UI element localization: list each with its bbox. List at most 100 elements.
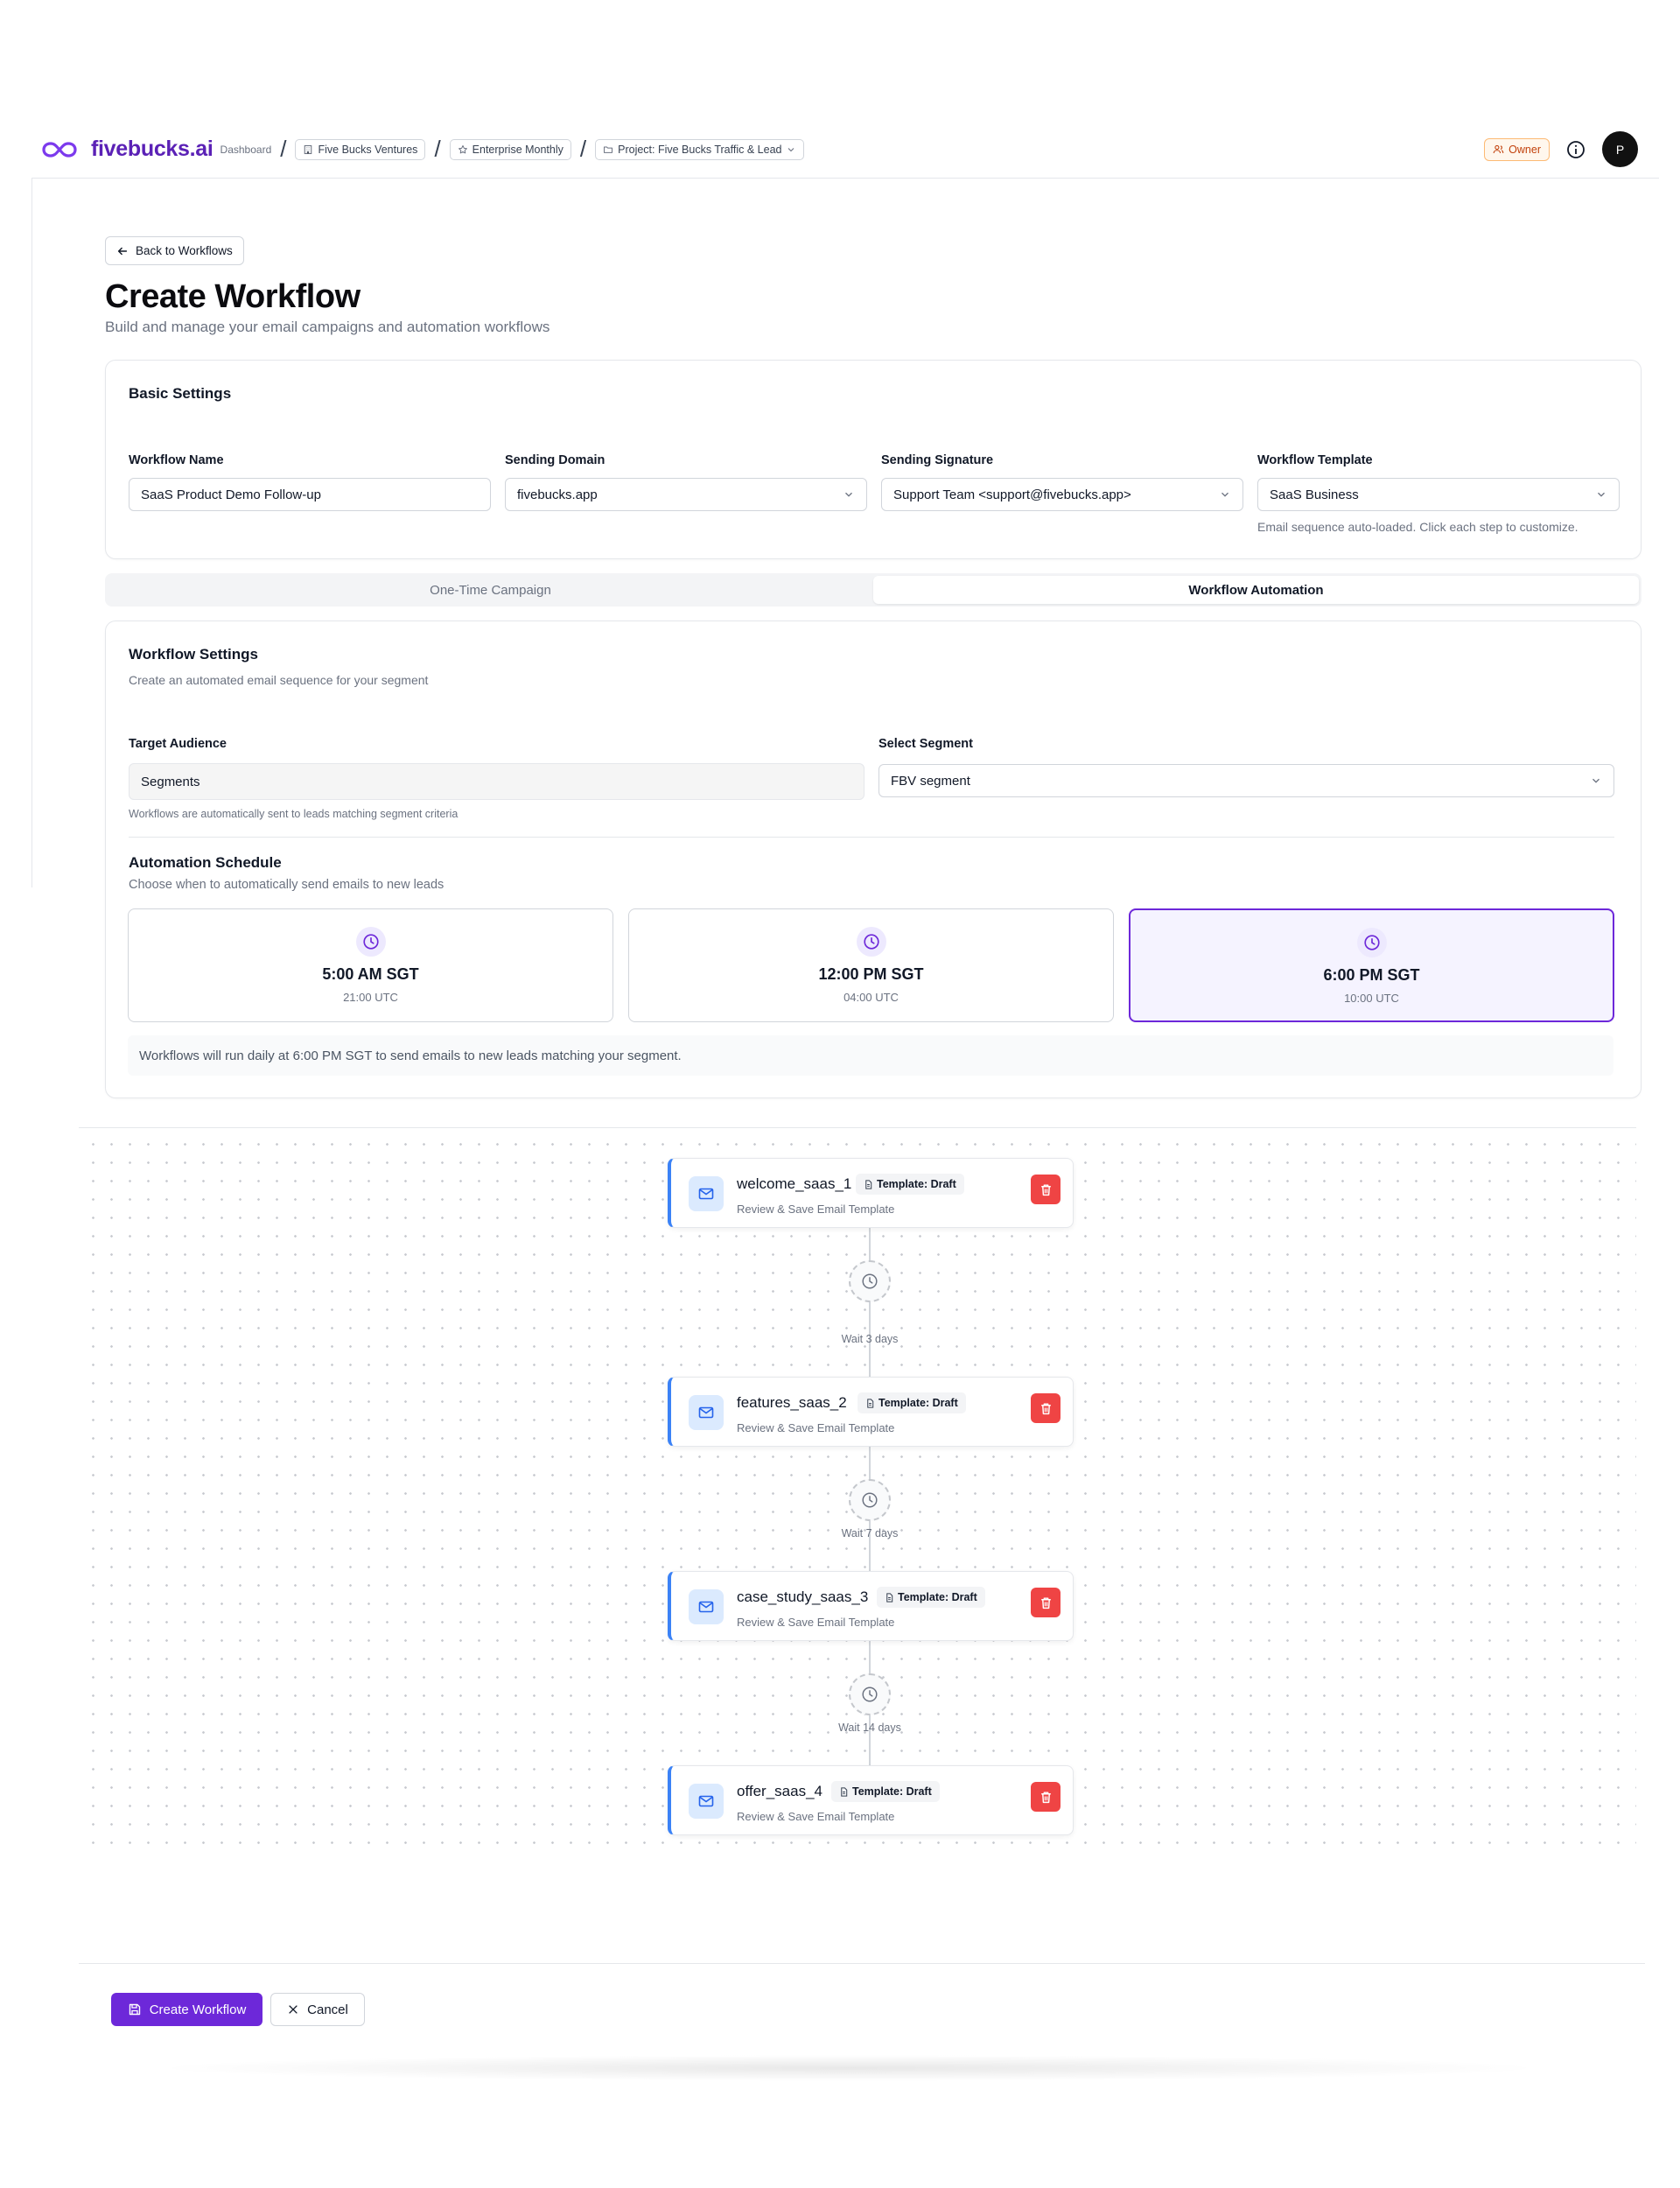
sending-domain-label: Sending Domain — [505, 453, 606, 467]
file-icon — [865, 1179, 872, 1189]
file-icon — [841, 1786, 848, 1797]
chevron-down-icon — [1592, 778, 1600, 783]
basic-settings-card: Basic Settings Workflow Name SaaS Produc… — [105, 360, 1642, 559]
step-subtitle: Review & Save Email Template — [737, 1810, 895, 1823]
select-segment-dropdown[interactable]: FBV segment — [878, 764, 1614, 797]
schedule-time: 6:00 PM SGT — [1323, 966, 1420, 984]
wait-node[interactable] — [849, 1260, 891, 1302]
basic-settings-title: Basic Settings — [129, 385, 232, 402]
workflow-step-3[interactable]: case_study_saas_3 Template: Draft Review… — [668, 1571, 1074, 1641]
trash-icon — [1040, 1402, 1051, 1414]
top-navigation-bar: fivebucks.ai Dashboard / Five Bucks Vent… — [32, 121, 1659, 179]
schedule-option-6pm[interactable]: 6:00 PM SGT 10:00 UTC — [1129, 908, 1614, 1022]
chevron-down-icon — [1598, 492, 1605, 497]
page-title: Create Workflow — [105, 278, 360, 315]
template-status-badge: Template: Draft — [856, 1174, 964, 1195]
chevron-down-icon — [788, 147, 794, 151]
schedule-utc: 10:00 UTC — [1344, 992, 1399, 1005]
select-segment-label: Select Segment — [878, 737, 973, 751]
wait-node[interactable] — [849, 1479, 891, 1521]
header-tools: Owner P — [1484, 131, 1638, 167]
target-audience-hint: Workflows are automatically sent to lead… — [129, 808, 458, 820]
tab-workflow-automation[interactable]: Workflow Automation — [873, 576, 1639, 604]
breadcrumb-plan[interactable]: Enterprise Monthly — [449, 138, 571, 160]
step-name: case_study_saas_3 — [737, 1588, 869, 1605]
delete-step-button[interactable] — [1031, 1588, 1060, 1617]
clock-icon — [362, 934, 379, 950]
back-button-label: Back to Workflows — [136, 244, 233, 257]
clock-icon — [862, 1687, 878, 1702]
template-status-label: Template: Draft — [898, 1591, 977, 1603]
clock-icon — [862, 1492, 878, 1508]
template-status-label: Template: Draft — [878, 1397, 958, 1409]
campaign-type-tabs: One-Time Campaign Workflow Automation — [105, 573, 1642, 607]
trash-icon — [1040, 1596, 1051, 1609]
folder-icon — [604, 146, 613, 153]
workflow-step-1[interactable]: welcome_saas_1 Template: Draft Review & … — [668, 1158, 1074, 1228]
section-divider — [129, 837, 1614, 838]
workflow-name-input[interactable]: SaaS Product Demo Follow-up — [129, 478, 491, 511]
breadcrumb-project[interactable]: Project: Five Bucks Traffic & Lead — [595, 138, 805, 160]
workflow-step-4[interactable]: offer_saas_4 Template: Draft Review & Sa… — [668, 1765, 1074, 1835]
clock-icon — [863, 934, 879, 950]
schedule-option-5am[interactable]: 5:00 AM SGT 21:00 UTC — [128, 908, 613, 1022]
back-to-workflows-button[interactable]: Back to Workflows — [105, 236, 244, 265]
wait-duration-label: Wait 7 days — [841, 1527, 899, 1539]
mail-icon-wrap — [689, 1176, 724, 1211]
mail-icon — [698, 1406, 714, 1419]
step-name: welcome_saas_1 — [737, 1175, 852, 1192]
footer-divider — [79, 1963, 1645, 1964]
workflow-template-select[interactable]: SaaS Business — [1257, 478, 1620, 511]
target-audience-field: Segments — [129, 763, 864, 800]
step-name: offer_saas_4 — [737, 1783, 822, 1799]
mail-icon — [698, 1795, 714, 1807]
building-icon — [304, 144, 312, 154]
chevron-down-icon — [845, 492, 852, 497]
arrow-left-icon — [117, 247, 128, 255]
delete-step-button[interactable] — [1031, 1175, 1060, 1204]
template-status-label: Template: Draft — [852, 1785, 932, 1798]
role-badge: Owner — [1484, 137, 1550, 161]
delete-step-button[interactable] — [1031, 1782, 1060, 1812]
step-subtitle: Review & Save Email Template — [737, 1203, 895, 1216]
tab-one-time-campaign[interactable]: One-Time Campaign — [108, 576, 873, 604]
sending-domain-select[interactable]: fivebucks.app — [505, 478, 867, 511]
breadcrumb-organization[interactable]: Five Bucks Ventures — [295, 138, 426, 160]
workflow-name-label: Workflow Name — [129, 453, 224, 467]
schedule-utc: 04:00 UTC — [844, 991, 899, 1004]
delete-step-button[interactable] — [1031, 1393, 1060, 1423]
clock-icon-wrap — [1356, 928, 1387, 957]
create-workflow-button[interactable]: Create Workflow — [111, 1993, 262, 2026]
page-subtitle: Build and manage your email campaigns an… — [105, 319, 550, 335]
sending-signature-select[interactable]: Support Team <support@fivebucks.app> — [881, 478, 1243, 511]
infinity-logo-icon — [42, 141, 77, 158]
create-workflow-label: Create Workflow — [149, 2002, 247, 2017]
automation-schedule-title: Automation Schedule — [129, 854, 282, 871]
sending-signature-label: Sending Signature — [881, 453, 994, 467]
wait-node[interactable] — [849, 1673, 891, 1715]
footer-shadow — [149, 2055, 1549, 2081]
breadcrumb-separator: / — [579, 136, 587, 162]
dashboard-link[interactable]: Dashboard — [220, 144, 272, 156]
trash-icon — [1040, 1183, 1051, 1196]
user-avatar[interactable]: P — [1602, 131, 1638, 167]
step-subtitle: Review & Save Email Template — [737, 1421, 895, 1434]
schedule-utc: 21:00 UTC — [343, 991, 398, 1004]
step-subtitle: Review & Save Email Template — [737, 1616, 895, 1629]
schedule-option-12pm[interactable]: 12:00 PM SGT 04:00 UTC — [628, 908, 1114, 1022]
schedule-note: Workflows will run daily at 6:00 PM SGT … — [128, 1035, 1614, 1076]
info-icon[interactable] — [1565, 139, 1586, 160]
file-icon — [886, 1592, 893, 1602]
breadcrumb-label: Project: Five Bucks Traffic & Lead — [618, 143, 782, 156]
clock-icon — [1363, 935, 1380, 950]
cancel-button[interactable]: Cancel — [270, 1993, 365, 2026]
brand-logo-text[interactable]: fivebucks.ai — [91, 137, 214, 162]
workflow-template-value: SaaS Business — [1270, 487, 1359, 502]
workflow-settings-subtitle: Create an automated email sequence for y… — [129, 673, 429, 687]
trash-icon — [1040, 1791, 1051, 1803]
target-audience-label: Target Audience — [129, 737, 227, 751]
automation-schedule-subtitle: Choose when to automatically send emails… — [129, 878, 444, 892]
connector-line — [869, 1228, 871, 1381]
workflow-template-label: Workflow Template — [1257, 453, 1373, 467]
workflow-step-2[interactable]: features_saas_2 Template: Draft Review &… — [668, 1377, 1074, 1447]
